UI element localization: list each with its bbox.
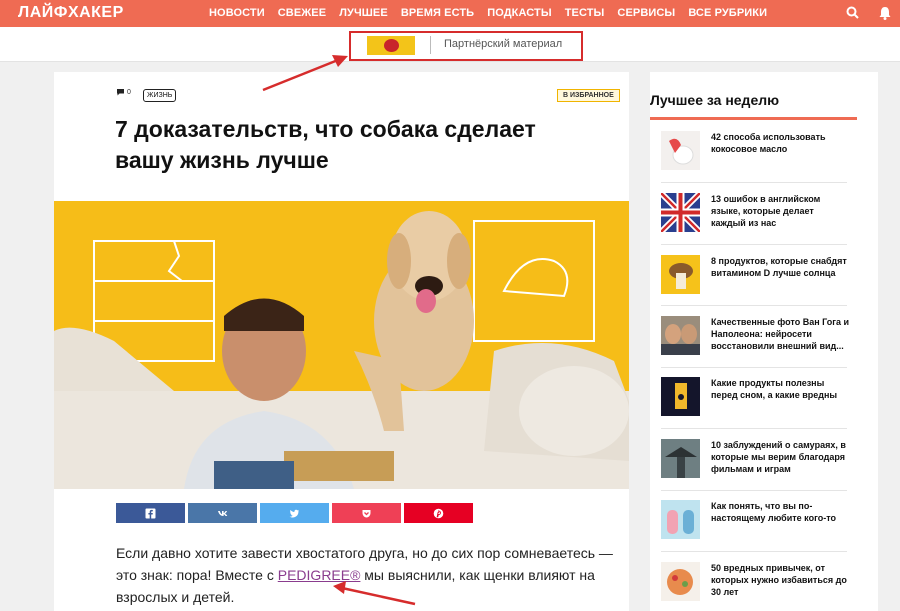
bell-icon[interactable] — [877, 5, 893, 21]
sidebar-item-text: 50 вредных привычек, от которых нужно из… — [711, 563, 847, 597]
share-pinterest-button[interactable] — [404, 503, 473, 523]
pedigree-logo[interactable] — [367, 36, 415, 55]
sidebar-item-text: Как понять, что вы по-настоящему любите … — [711, 501, 836, 523]
sidebar-title-underline — [650, 117, 857, 120]
share-pocket-button[interactable] — [332, 503, 401, 523]
sidebar-divider — [661, 367, 847, 368]
category-tag[interactable]: ЖИЗНЬ — [143, 89, 177, 102]
nav-item-services[interactable]: СЕРВИСЫ — [617, 7, 675, 19]
nav-item-time[interactable]: ВРЕМЯ ЕСТЬ — [401, 7, 474, 19]
sidebar-item-text: 13 ошибок в английском языке, которые де… — [711, 194, 821, 228]
share-buttons — [116, 503, 473, 523]
love-thumbnail — [661, 500, 700, 539]
facebook-icon — [145, 508, 156, 518]
hero-image — [54, 201, 629, 489]
pocket-icon — [362, 509, 371, 517]
comment-count[interactable]: 0 — [127, 89, 131, 96]
article-title: 7 доказательств, что собака сделает вашу… — [115, 116, 536, 173]
article-lead: Если давно хотите завести хвостатого дру… — [116, 542, 626, 608]
article-meta: 0 — [116, 88, 131, 96]
sidebar-divider — [661, 551, 847, 552]
sidebar-item[interactable]: 10 заблуждений о самураях, в которые мы … — [661, 439, 857, 487]
sidebar-item-text: Качественные фото Ван Гога и Наполеона: … — [711, 317, 850, 351]
add-to-favorites-button[interactable]: В ИЗБРАННОЕ — [557, 89, 620, 102]
vk-icon — [218, 510, 228, 516]
sidebar-item[interactable]: Как понять, что вы по-настоящему любите … — [661, 500, 857, 548]
sidebar-item-text: 10 заблуждений о самураях, в которые мы … — [711, 440, 846, 474]
sidebar-divider — [661, 182, 847, 183]
sidebar-item[interactable]: Качественные фото Ван Гога и Наполеона: … — [661, 316, 857, 364]
samurai-thumbnail — [661, 439, 700, 478]
sidebar-item[interactable]: 8 продуктов, которые снабдят витамином D… — [661, 255, 857, 303]
sidebar-item[interactable]: 13 ошибок в английском языке, которые де… — [661, 193, 857, 241]
sidebar-divider — [661, 428, 847, 429]
sleep-food-thumbnail — [661, 377, 700, 416]
top-navigation-bar: ЛАЙФХАКЕР НОВОСТИ СВЕЖЕЕ ЛУЧШЕЕ ВРЕМЯ ЕС… — [0, 0, 900, 27]
nav-item-fresh[interactable]: СВЕЖЕЕ — [278, 7, 326, 19]
pedigree-link[interactable]: PEDIGREE® — [278, 567, 361, 583]
main-nav: НОВОСТИ СВЕЖЕЕ ЛУЧШЕЕ ВРЕМЯ ЕСТЬ ПОДКАСТ… — [209, 7, 780, 19]
vitamin-d-thumbnail — [661, 255, 700, 294]
nav-item-tests[interactable]: ТЕСТЫ — [565, 7, 605, 19]
nav-item-best[interactable]: ЛУЧШЕЕ — [339, 7, 388, 19]
partner-label: Партнёрский материал — [444, 38, 563, 50]
share-vk-button[interactable] — [188, 503, 257, 523]
sidebar-item-text: Какие продукты полезны перед сном, а как… — [711, 378, 838, 400]
nav-item-news[interactable]: НОВОСТИ — [209, 7, 265, 19]
comment-icon[interactable] — [116, 88, 125, 96]
sidebar-item[interactable]: 50 вредных привычек, от которых нужно из… — [661, 562, 857, 610]
pinterest-icon — [433, 508, 444, 518]
site-logo[interactable]: ЛАЙФХАКЕР — [18, 4, 124, 22]
twitter-icon — [289, 509, 299, 518]
sidebar-title: Лучшее за неделю — [650, 92, 780, 108]
partner-divider — [430, 36, 431, 54]
share-twitter-button[interactable] — [260, 503, 329, 523]
share-facebook-button[interactable] — [116, 503, 185, 523]
sidebar-item-text: 42 способа использовать кокосовое масло — [711, 132, 826, 154]
sidebar-divider — [661, 244, 847, 245]
nav-item-all[interactable]: ВСЕ РУБРИКИ — [688, 7, 767, 19]
english-flag-thumbnail — [661, 193, 700, 232]
nav-item-podcasts[interactable]: ПОДКАСТЫ — [487, 7, 552, 19]
sidebar-item[interactable]: 42 способа использовать кокосовое масло — [661, 131, 857, 179]
portraits-thumbnail — [661, 316, 700, 355]
sidebar-divider — [661, 305, 847, 306]
search-icon[interactable] — [845, 5, 861, 21]
sidebar-item-text: 8 продуктов, которые снабдят витамином D… — [711, 256, 847, 278]
bad-habits-thumbnail — [661, 562, 700, 601]
sidebar-item[interactable]: Какие продукты полезны перед сном, а как… — [661, 377, 857, 425]
coconut-oil-thumbnail — [661, 131, 700, 170]
sidebar-divider — [661, 490, 847, 491]
